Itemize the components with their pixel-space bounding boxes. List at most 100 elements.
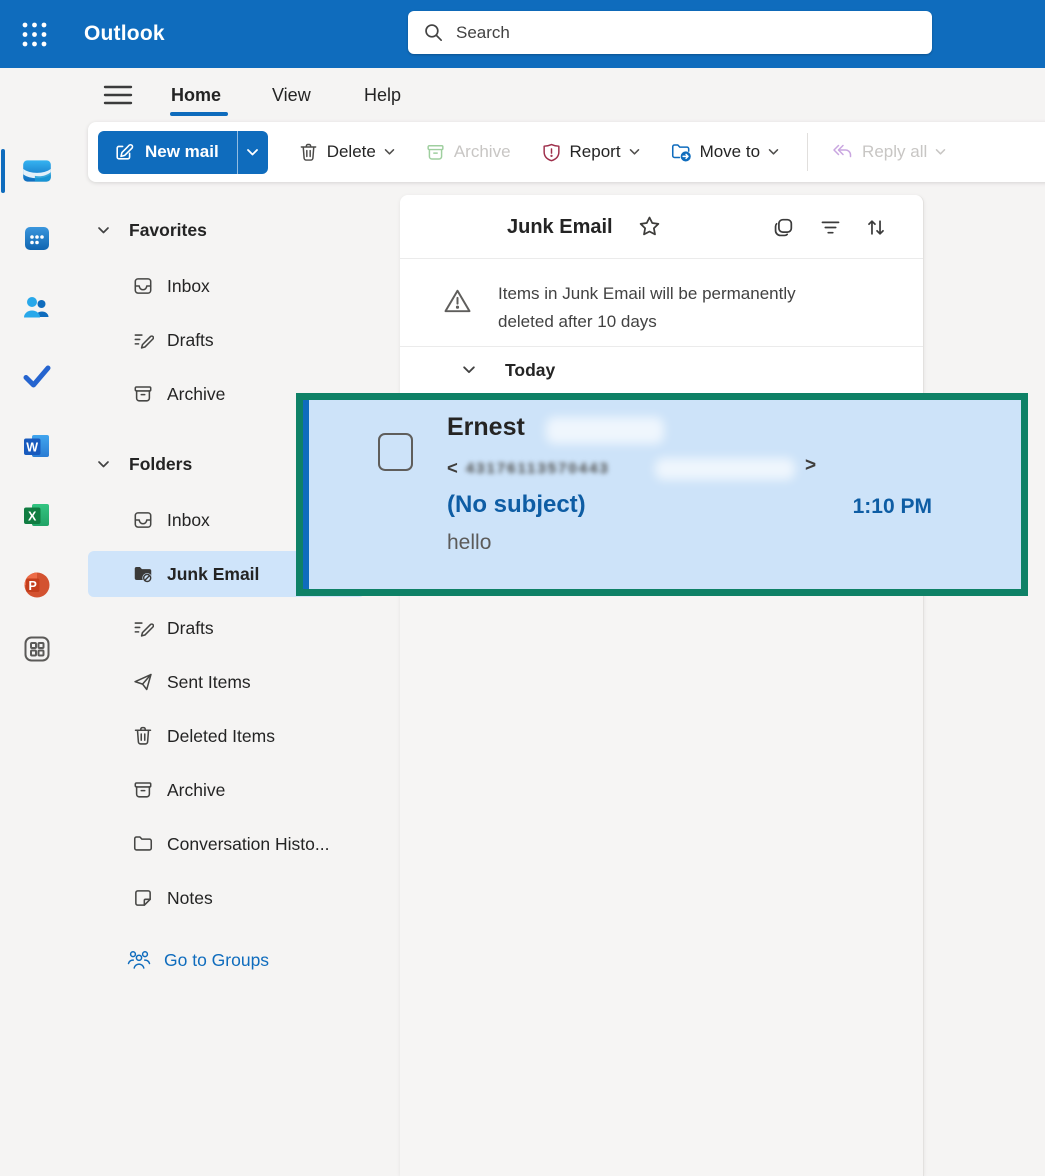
to-do-check-icon [21,361,53,391]
rail-item-outlook-mail[interactable] [15,149,59,193]
redacted-sender-blob [546,417,664,444]
new-mail-button[interactable]: New mail [98,131,268,174]
new-mail-dropdown[interactable] [237,131,268,174]
go-to-groups-link[interactable]: Go to Groups [126,939,269,981]
rail-item-powerpoint[interactable]: P [15,563,59,607]
chevron-down-icon [935,148,946,156]
tab-view[interactable]: View [272,78,311,112]
email-time: 1:10 PM [853,495,932,519]
highlighted-email-item[interactable]: Ernest < 43176113570443 > (No subject) 1… [296,393,1028,596]
sidebar-item-conversation-history[interactable]: Conversation Histo... [131,817,329,871]
groups-icon [126,948,152,972]
sidebar-item-archive[interactable]: Archive [131,763,225,817]
delete-button[interactable]: Delete [298,142,395,163]
chevron-down-icon [768,148,779,156]
reply-all-button[interactable]: Reply all [830,142,946,162]
date-group-label: Today [505,360,555,381]
search-icon [423,22,444,43]
chevron-down-icon [629,148,640,156]
email-subject: (No subject) [447,491,586,519]
word-icon: W [21,430,53,462]
sidebar-item-notes[interactable]: Notes [131,871,213,925]
redacted-address-blob [655,458,795,480]
trash-icon [131,725,155,747]
inbox-icon [131,275,155,297]
people-icon [21,292,53,322]
folder-icon [131,833,155,855]
move-to-button[interactable]: Move to [670,141,779,163]
drafts-pencil-icon [131,329,155,351]
rail-item-word[interactable]: W [15,424,59,468]
chevron-down-icon [246,148,259,157]
sidebar-item-inbox[interactable]: Inbox [131,493,210,547]
select-all-icon[interactable] [772,216,795,239]
svg-text:X: X [28,510,37,524]
archive-button[interactable]: Archive [425,142,511,163]
filter-icon[interactable] [819,216,842,239]
date-group-row: Today [400,347,923,393]
chevron-down-icon [97,460,110,469]
waffle-icon [21,21,48,48]
app-rail: W X P [0,68,73,1176]
rail-selected-indicator [1,149,5,193]
chevron-down-icon [384,148,395,156]
outlook-mail-icon [20,154,54,188]
message-list-top: Junk Email [400,195,923,393]
archive-icon [131,779,155,801]
powerpoint-icon: P [21,569,53,601]
email-address: < 43176113570443 [447,457,610,479]
compose-icon [113,142,134,163]
sidebar-item-deleted-items[interactable]: Deleted Items [131,709,275,763]
toolbar-divider [807,133,808,171]
move-to-folder-icon [670,141,692,163]
sidebar-item-fav-drafts[interactable]: Drafts [131,313,214,367]
search-input[interactable] [456,23,876,43]
report-button[interactable]: Report [541,142,640,163]
excel-icon: X [21,499,53,531]
chevron-down-icon [97,226,110,235]
app-title: Outlook [84,0,165,68]
tab-home[interactable]: Home [171,78,221,112]
ribbon-toolbar: New mail Delete Archive [88,122,1045,182]
favorites-section-header[interactable]: Favorites [97,212,207,248]
hamburger-menu-button[interactable] [100,80,136,110]
sidebar-item-junk-email[interactable]: Junk Email [131,547,259,601]
more-apps-grid-icon [21,633,53,665]
send-plane-icon [131,671,155,693]
tab-help[interactable]: Help [364,78,401,112]
archive-icon [131,383,155,405]
email-checkbox[interactable] [378,433,413,471]
new-mail-main[interactable]: New mail [98,131,237,174]
junk-retention-notice: Items in Junk Email will be permanently … [400,260,923,347]
top-app-bar: Outlook [0,0,1045,68]
notice-text: Items in Junk Email will be permanently … [498,280,796,336]
inbox-icon [131,509,155,531]
app-launcher-button[interactable] [12,12,56,56]
calendar-icon [21,222,53,254]
selection-indicator-bar [303,400,309,589]
rail-item-excel[interactable]: X [15,493,59,537]
email-sender: Ernest [447,413,525,442]
search-bar[interactable] [408,11,932,54]
chevron-down-icon[interactable] [462,365,476,375]
folder-sidebar: Favorites Inbox Drafts Archive [73,182,400,1176]
reply-all-icon [830,142,854,162]
sort-icon[interactable] [864,216,888,239]
archive-icon [425,142,446,163]
sidebar-item-sent-items[interactable]: Sent Items [131,655,251,709]
angle-open: < [447,457,458,479]
email-preview: hello [447,531,491,555]
report-shield-icon [541,142,562,163]
sidebar-item-fav-archive[interactable]: Archive [131,367,225,421]
folder-title: Junk Email [507,195,613,259]
rail-item-people[interactable] [15,285,59,329]
star-icon[interactable] [637,214,662,239]
sidebar-item-fav-inbox[interactable]: Inbox [131,259,210,313]
folders-section-header[interactable]: Folders [97,446,192,482]
junk-folder-icon [131,563,155,585]
trash-icon [298,142,319,163]
sidebar-item-drafts[interactable]: Drafts [131,601,214,655]
rail-item-to-do[interactable] [15,354,59,398]
rail-item-more-apps[interactable] [15,627,59,671]
rail-item-calendar[interactable] [15,216,59,260]
